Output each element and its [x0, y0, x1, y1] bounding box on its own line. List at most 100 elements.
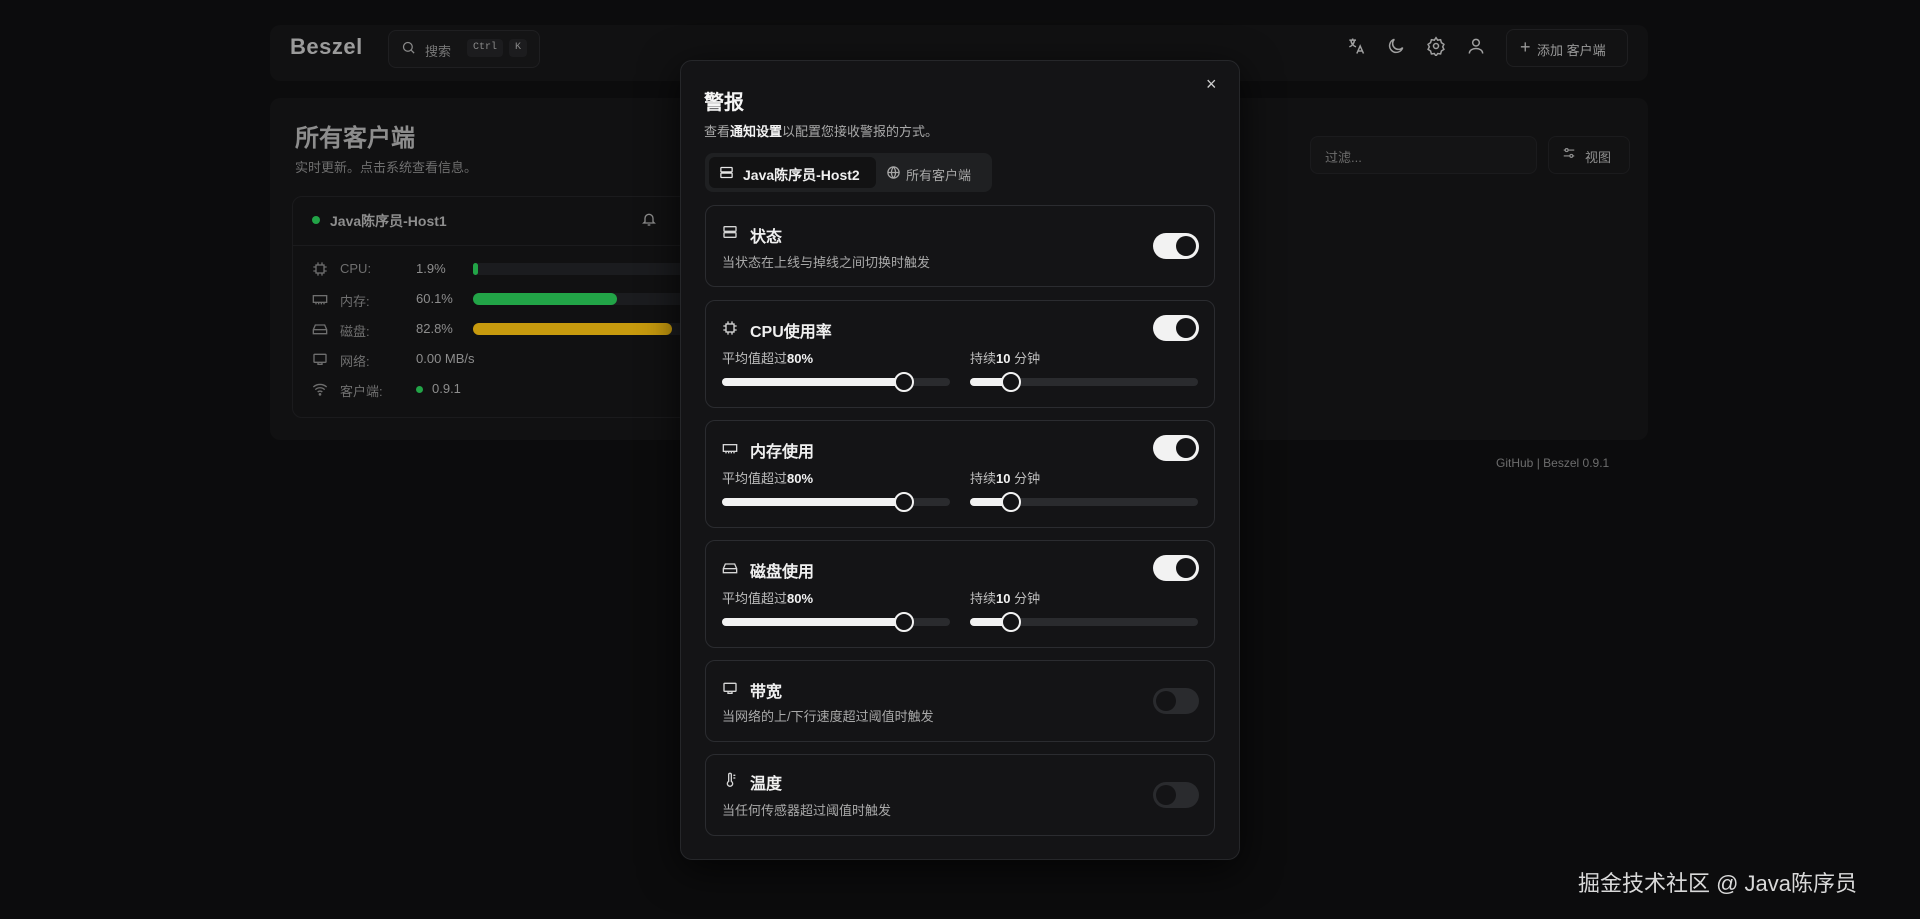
kbd-k: K [509, 39, 528, 57]
alert-desc-status: 当状态在上线与掉线之间切换时触发 [722, 255, 931, 270]
tab-host-label: Java陈序员-Host2 [743, 167, 860, 183]
duration-prefix: 持续 [970, 591, 997, 606]
toggle-knob [1176, 318, 1196, 338]
page-title: 所有客户端 [295, 125, 415, 152]
cpu-icon [312, 261, 328, 282]
network-icon [312, 351, 328, 372]
duration-unit: 分钟 [1014, 591, 1041, 606]
status-dot [312, 216, 320, 224]
toggle-temperature[interactable] [1153, 782, 1199, 808]
gear-icon[interactable] [1426, 36, 1448, 58]
network-icon [722, 680, 738, 701]
dialog-subtitle-prefix: 查看 [704, 124, 731, 139]
toggle-knob [1156, 785, 1176, 805]
footer-separator: | [1536, 456, 1540, 470]
search-box[interactable]: 搜索 Ctrl K [388, 30, 540, 68]
duration-value: 10 [996, 471, 1011, 486]
metric-label-disk: 磁盘: [340, 324, 370, 339]
threshold-prefix: 平均值超过 [722, 591, 788, 606]
cpu-bar [473, 263, 478, 275]
alert-desc-temperature: 当任何传感器超过阈值时触发 [722, 803, 892, 818]
divider [293, 245, 711, 246]
threshold-slider-fill [722, 618, 905, 626]
duration-value: 10 [996, 351, 1011, 366]
dialog-subtitle-suffix: 以配置您接收警报的方式。 [782, 124, 939, 139]
kbd-ctrl: Ctrl [467, 39, 504, 57]
metric-label-memory: 内存: [340, 294, 370, 309]
threshold-value: 80% [787, 591, 814, 606]
translate-icon[interactable] [1346, 36, 1368, 58]
close-icon[interactable]: × [1206, 74, 1217, 95]
duration-unit: 分钟 [1014, 471, 1041, 486]
server-icon [719, 165, 734, 185]
metric-label-client: 客户端: [340, 384, 383, 399]
alert-title-bandwidth: 带宽 [750, 684, 783, 701]
tab-all-clients[interactable]: 所有客户端 [906, 165, 971, 184]
threshold-prefix: 平均值超过 [722, 351, 788, 366]
cpu-bar-track [473, 263, 713, 275]
disk-icon [722, 560, 738, 581]
dialog-subtitle: 查看通知设置以配置您接收警报的方式。 [704, 121, 938, 140]
alert-title-cpu: CPU使用率 [750, 324, 832, 341]
toggle-knob [1176, 236, 1196, 256]
moon-icon[interactable] [1386, 36, 1408, 58]
notification-settings-link[interactable]: 通知设置 [730, 124, 782, 139]
add-client-button[interactable]: + 添加 客户端 [1506, 29, 1628, 67]
metric-value-disk: 82.8% [416, 321, 453, 336]
toggle-knob [1156, 691, 1176, 711]
threshold-text: 平均值超过80% [722, 348, 813, 367]
search-label: 搜索 [425, 44, 452, 59]
alert-title-memory: 内存使用 [750, 444, 815, 461]
duration-slider-thumb[interactable] [1001, 372, 1022, 392]
threshold-slider-fill [722, 378, 905, 386]
threshold-value: 80% [787, 351, 814, 366]
memory-bar [473, 293, 618, 305]
plus-icon: + [1520, 37, 1531, 57]
thermometer-icon [722, 772, 738, 793]
search-icon [401, 40, 416, 58]
toggle-memory[interactable] [1153, 435, 1199, 461]
duration-prefix: 持续 [970, 351, 997, 366]
threshold-text: 平均值超过80% [722, 468, 813, 487]
threshold-prefix: 平均值超过 [722, 471, 788, 486]
watermark: 掘金技术社区 @ Java陈序员 [1578, 871, 1858, 896]
add-client-label: 添加 客户端 [1537, 43, 1606, 58]
user-icon[interactable] [1466, 36, 1488, 58]
wifi-icon [312, 381, 328, 402]
filter-placeholder: 过滤... [1325, 150, 1362, 165]
metric-label-network: 网络: [340, 354, 370, 369]
toggle-cpu[interactable] [1153, 315, 1199, 341]
alert-title-temperature: 温度 [750, 776, 783, 793]
disk-bar [473, 323, 672, 335]
globe-icon[interactable] [886, 165, 901, 185]
toggle-status[interactable] [1153, 233, 1199, 259]
duration-slider-thumb[interactable] [1001, 612, 1022, 632]
duration-slider-thumb[interactable] [1001, 492, 1022, 512]
metric-value-network: 0.00 MB/s [416, 351, 475, 366]
bell-icon[interactable] [641, 211, 657, 232]
view-button[interactable]: 视图 [1548, 136, 1630, 174]
toggle-bandwidth[interactable] [1153, 688, 1199, 714]
metric-label-cpu: CPU: [340, 261, 372, 276]
footer: GitHub | Beszel 0.9.1 [1496, 456, 1609, 470]
version-text: Beszel 0.9.1 [1543, 456, 1610, 470]
threshold-value: 80% [787, 471, 814, 486]
toggle-disk[interactable] [1153, 555, 1199, 581]
server-icon [722, 224, 738, 245]
threshold-text: 平均值超过80% [722, 588, 813, 607]
duration-text: 持续10 分钟 [970, 348, 1040, 367]
memory-icon [722, 440, 738, 461]
metric-value-cpu: 1.9% [416, 261, 446, 276]
page-subtitle: 实时更新。点击系统查看信息。 [295, 160, 478, 175]
duration-value: 10 [996, 591, 1011, 606]
memory-icon [312, 291, 328, 312]
alert-desc-bandwidth: 当网络的上/下行速度超过阈值时触发 [722, 709, 934, 724]
metric-value-client: 0.9.1 [432, 381, 461, 396]
duration-prefix: 持续 [970, 471, 997, 486]
github-link[interactable]: GitHub [1496, 456, 1533, 470]
app-logo[interactable]: Beszel [290, 34, 363, 60]
filter-input[interactable]: 过滤... [1310, 136, 1537, 174]
alert-card-temperature [705, 754, 1215, 836]
duration-text: 持续10 分钟 [970, 588, 1040, 607]
duration-unit: 分钟 [1014, 351, 1041, 366]
